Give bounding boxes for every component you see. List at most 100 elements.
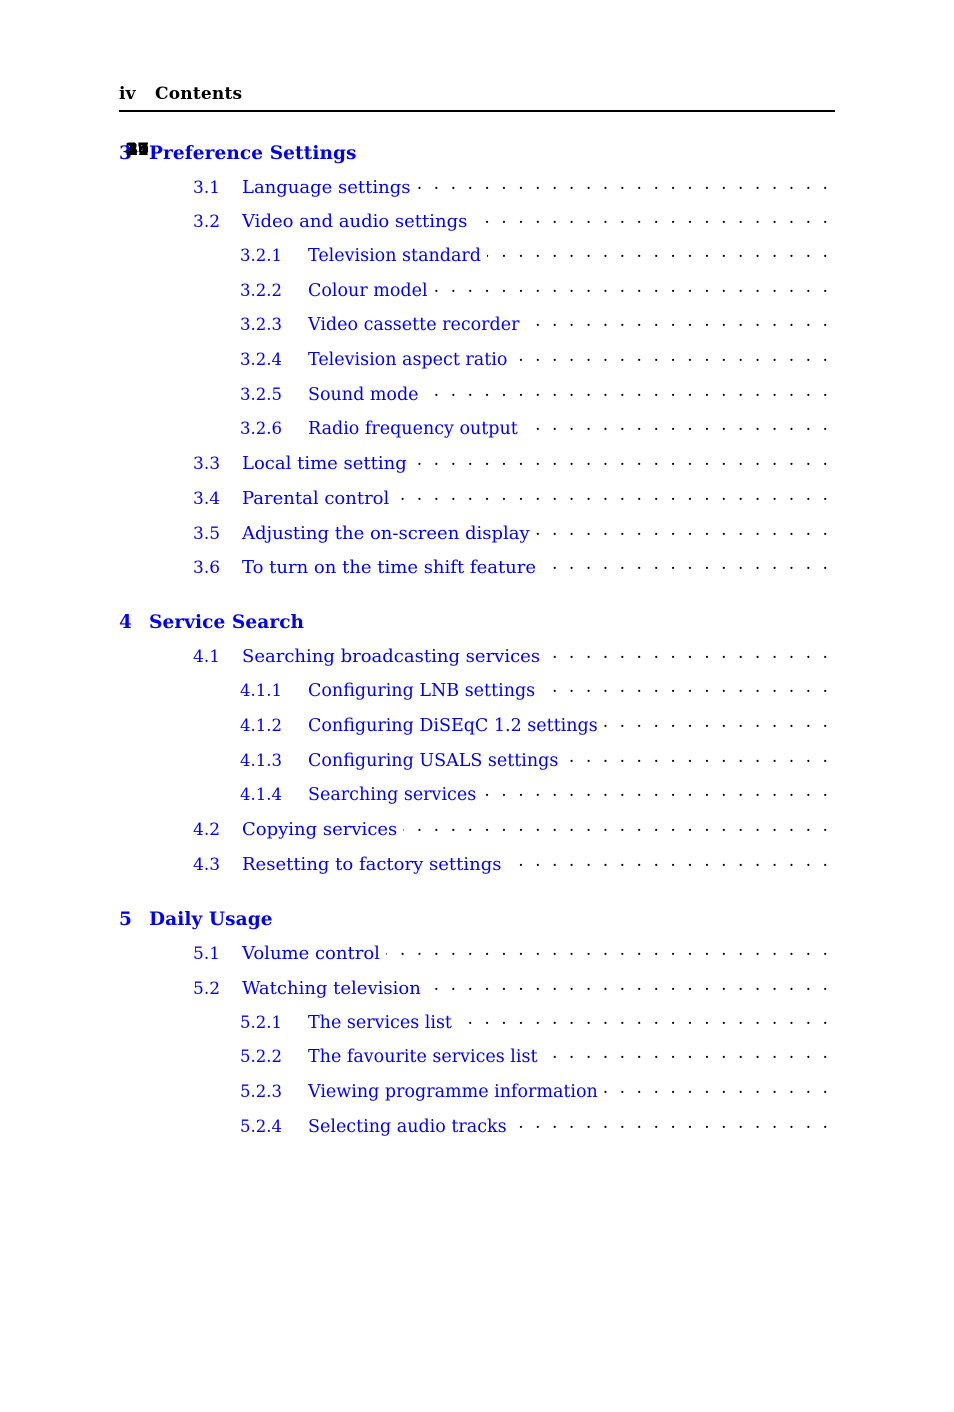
- toc-entry-4-3[interactable]: 4.3Resetting to factory settings36: [119, 140, 835, 887]
- toc-entry-3-2-6[interactable]: 3.2.6Radio frequency output21: [119, 140, 835, 452]
- toc-entry-number: 5.2.2: [240, 1047, 282, 1067]
- toc-dot-leader: [425, 382, 831, 400]
- toc-entry-3-4[interactable]: 3.4Parental control24: [119, 140, 835, 521]
- toc-entry-3-6[interactable]: 3.6To turn on the time shift feature26: [119, 140, 835, 590]
- toc-entry-3-2[interactable]: 3.2Video and audio settings19: [119, 140, 835, 244]
- toc-entry-number: 3.3: [193, 454, 221, 475]
- toc-entry-3[interactable]: 3 Preference Settings 17: [119, 140, 835, 175]
- toc-dot-leader: [536, 521, 831, 539]
- toc-entry-3-2-5[interactable]: 3.2.5Sound mode21: [119, 140, 835, 417]
- toc-entry-page-number: 42: [127, 140, 149, 160]
- toc-entry-3-2-3[interactable]: 3.2.3Video cassette recorder20: [119, 140, 835, 348]
- toc-entry-title: To turn on the time shift feature: [242, 557, 537, 579]
- toc-entry-3-2-4[interactable]: 3.2.4Television aspect ratio21: [119, 140, 835, 383]
- toc-entry-title: Daily Usage: [149, 908, 273, 930]
- toc-dot-leader: [604, 1079, 831, 1097]
- toc-entry-number: 3.2.6: [240, 419, 282, 439]
- toc-dot-leader: [279, 906, 831, 925]
- toc-entry-title: Selecting audio tracks: [308, 1116, 507, 1137]
- toc-entry-title: Copying services: [242, 819, 398, 841]
- toc-entry-title: Video and audio settings: [242, 211, 468, 233]
- running-header: iv Contents: [119, 84, 835, 104]
- toc-entry-4-1-1[interactable]: 4.1.1Configuring LNB settings27: [119, 140, 835, 714]
- toc-entry-title: Television standard: [308, 246, 481, 267]
- toc-entry-title: Service Search: [149, 612, 305, 634]
- toc-dot-leader: [543, 1045, 831, 1063]
- toc-dot-leader: [482, 783, 831, 801]
- contents-page: iv Contents 3 Preference Settings 17 3.1 Lan…: [0, 0, 954, 1272]
- toc-entry-5-2-2[interactable]: 5.2.2The favourite services list40: [119, 140, 835, 1080]
- toc-entry-4-1-2[interactable]: 4.1.2Configuring DiSEqC 1.2 settings30: [119, 140, 835, 749]
- toc-entry-number: 5.2: [193, 978, 221, 999]
- toc-entry-title: Volume control: [242, 943, 380, 965]
- toc-dot-leader: [310, 610, 831, 629]
- toc-entry-number: 4.2: [193, 820, 221, 841]
- toc-dot-leader: [487, 244, 831, 262]
- toc-entry-title: Preference Settings: [149, 142, 357, 164]
- toc-entry-3-1[interactable]: 3.1Language settings17: [119, 140, 835, 210]
- toc-entry-number: 5.2.1: [240, 1012, 282, 1032]
- toc-entry-4-2[interactable]: 4.2Copying services36: [119, 140, 835, 852]
- toc-entry-number: 5.2.3: [240, 1081, 282, 1101]
- toc-entry-title: Configuring LNB settings: [308, 681, 536, 702]
- toc-entry-3-5[interactable]: 3.5Adjusting the on-screen display26: [119, 140, 835, 556]
- toc-entry-number: 4.1.4: [240, 785, 282, 805]
- toc-entry-title: Configuring USALS settings: [308, 750, 559, 771]
- toc-entry-title: Radio frequency output: [308, 419, 518, 440]
- toc-dot-leader: [513, 1114, 831, 1132]
- toc-entry-5-1[interactable]: 5.1Volume control37: [119, 140, 835, 976]
- toc-entry-number: 3.2.2: [240, 280, 282, 300]
- toc-dot-leader: [546, 644, 831, 662]
- toc-entry-5[interactable]: 5 Daily Usage 37: [119, 140, 835, 941]
- toc-entry-3-2-2[interactable]: 3.2.2Colour model20: [119, 140, 835, 313]
- toc-dot-leader: [473, 209, 831, 227]
- toc-entry-number: 3.5: [193, 523, 221, 544]
- toc-entry-title: Searching broadcasting services: [242, 646, 541, 668]
- toc-entry-number: 4.3: [193, 854, 221, 875]
- toc-entry-title: Configuring DiSEqC 1.2 settings: [308, 716, 598, 736]
- toc-entry-title: Resetting to factory settings: [242, 853, 502, 875]
- toc-entry-3-2-1[interactable]: 3.2.1Television standard19: [119, 140, 835, 279]
- toc-entry-title: Language settings: [242, 176, 411, 198]
- toc-entry-number: 3.2.1: [240, 246, 282, 266]
- toc-entry-4[interactable]: 4 Service Search 27: [119, 140, 835, 645]
- toc-entry-title: Local time setting: [242, 453, 407, 475]
- toc-entry-5-2-1[interactable]: 5.2.1The services list37: [119, 140, 835, 1045]
- header-rule: [119, 110, 835, 112]
- toc-dot-leader: [458, 1010, 831, 1028]
- toc-dot-leader: [395, 486, 831, 504]
- toc-entry-5-2-3[interactable]: 5.2.3Viewing programme information41: [119, 140, 835, 1114]
- toc-entry-number: 4.1: [193, 647, 221, 668]
- toc-dot-leader: [507, 852, 831, 870]
- toc-entry-5-2[interactable]: 5.2Watching television37: [119, 140, 835, 1011]
- toc-dot-leader: [513, 348, 831, 366]
- toc-dot-leader: [363, 140, 831, 159]
- toc-dot-leader: [434, 278, 831, 296]
- toc-entry-title: Television aspect ratio: [308, 350, 508, 371]
- toc-dot-leader: [541, 679, 831, 697]
- toc-entry-3-3[interactable]: 3.3Local time setting22: [119, 140, 835, 486]
- toc-dot-leader: [403, 817, 831, 835]
- toc-entry-title: Viewing programme information: [308, 1081, 598, 1102]
- toc-entry-number: 3.1: [193, 177, 221, 198]
- toc-entry-title: The favourite services list: [308, 1047, 538, 1068]
- toc-entry-title: Sound mode: [308, 384, 419, 405]
- toc-entry-number: 3.2: [193, 212, 221, 233]
- toc-entry-4-1[interactable]: 4.1Searching broadcasting services27: [119, 140, 835, 679]
- toc-dot-leader: [427, 976, 831, 994]
- toc-entry-4-1-4[interactable]: 4.1.4Searching services33: [119, 140, 835, 818]
- toc-entry-4-1-3[interactable]: 4.1.3Configuring USALS settings31: [119, 140, 835, 783]
- toc-entry-5-2-4[interactable]: 5.2.4 Selecting audio tracks 42: [119, 140, 835, 1149]
- toc-entry-title: Searching services: [308, 785, 477, 806]
- toc-entry-number: 4.1.3: [240, 750, 282, 770]
- toc-entry-title: Watching television: [242, 977, 421, 999]
- toc-entry-title: Video cassette recorder: [308, 315, 520, 336]
- toc-entry-number: 4.1.1: [240, 681, 282, 701]
- toc-entry-title: Colour model: [308, 280, 428, 301]
- toc-dot-leader: [417, 175, 832, 193]
- toc-entry-number: 3.6: [193, 558, 221, 579]
- toc-dot-leader: [413, 451, 831, 469]
- toc-dot-leader: [524, 417, 831, 435]
- toc-entry-number: 5.1: [193, 944, 221, 965]
- toc-dot-leader: [525, 313, 831, 331]
